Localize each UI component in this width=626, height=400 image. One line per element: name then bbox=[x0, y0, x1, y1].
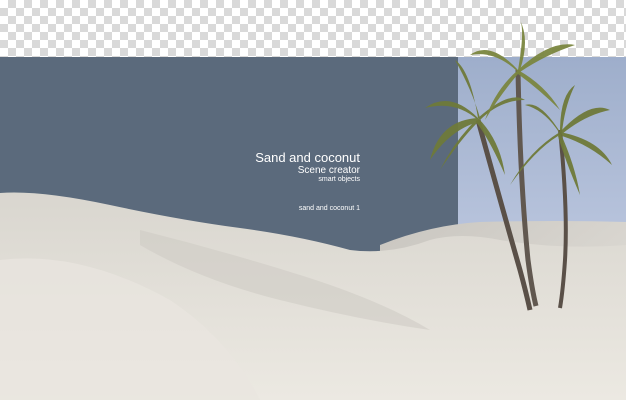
scene-title: Sand and coconut bbox=[255, 150, 360, 165]
scene-tagline: smart objects bbox=[318, 176, 360, 183]
scene-caption: sand and coconut 1 bbox=[298, 205, 360, 212]
scene-subtitle: Scene creator bbox=[297, 165, 360, 176]
title-block: Sand and coconut Scene creator smart obj… bbox=[230, 150, 360, 184]
beach-scene bbox=[0, 20, 626, 400]
